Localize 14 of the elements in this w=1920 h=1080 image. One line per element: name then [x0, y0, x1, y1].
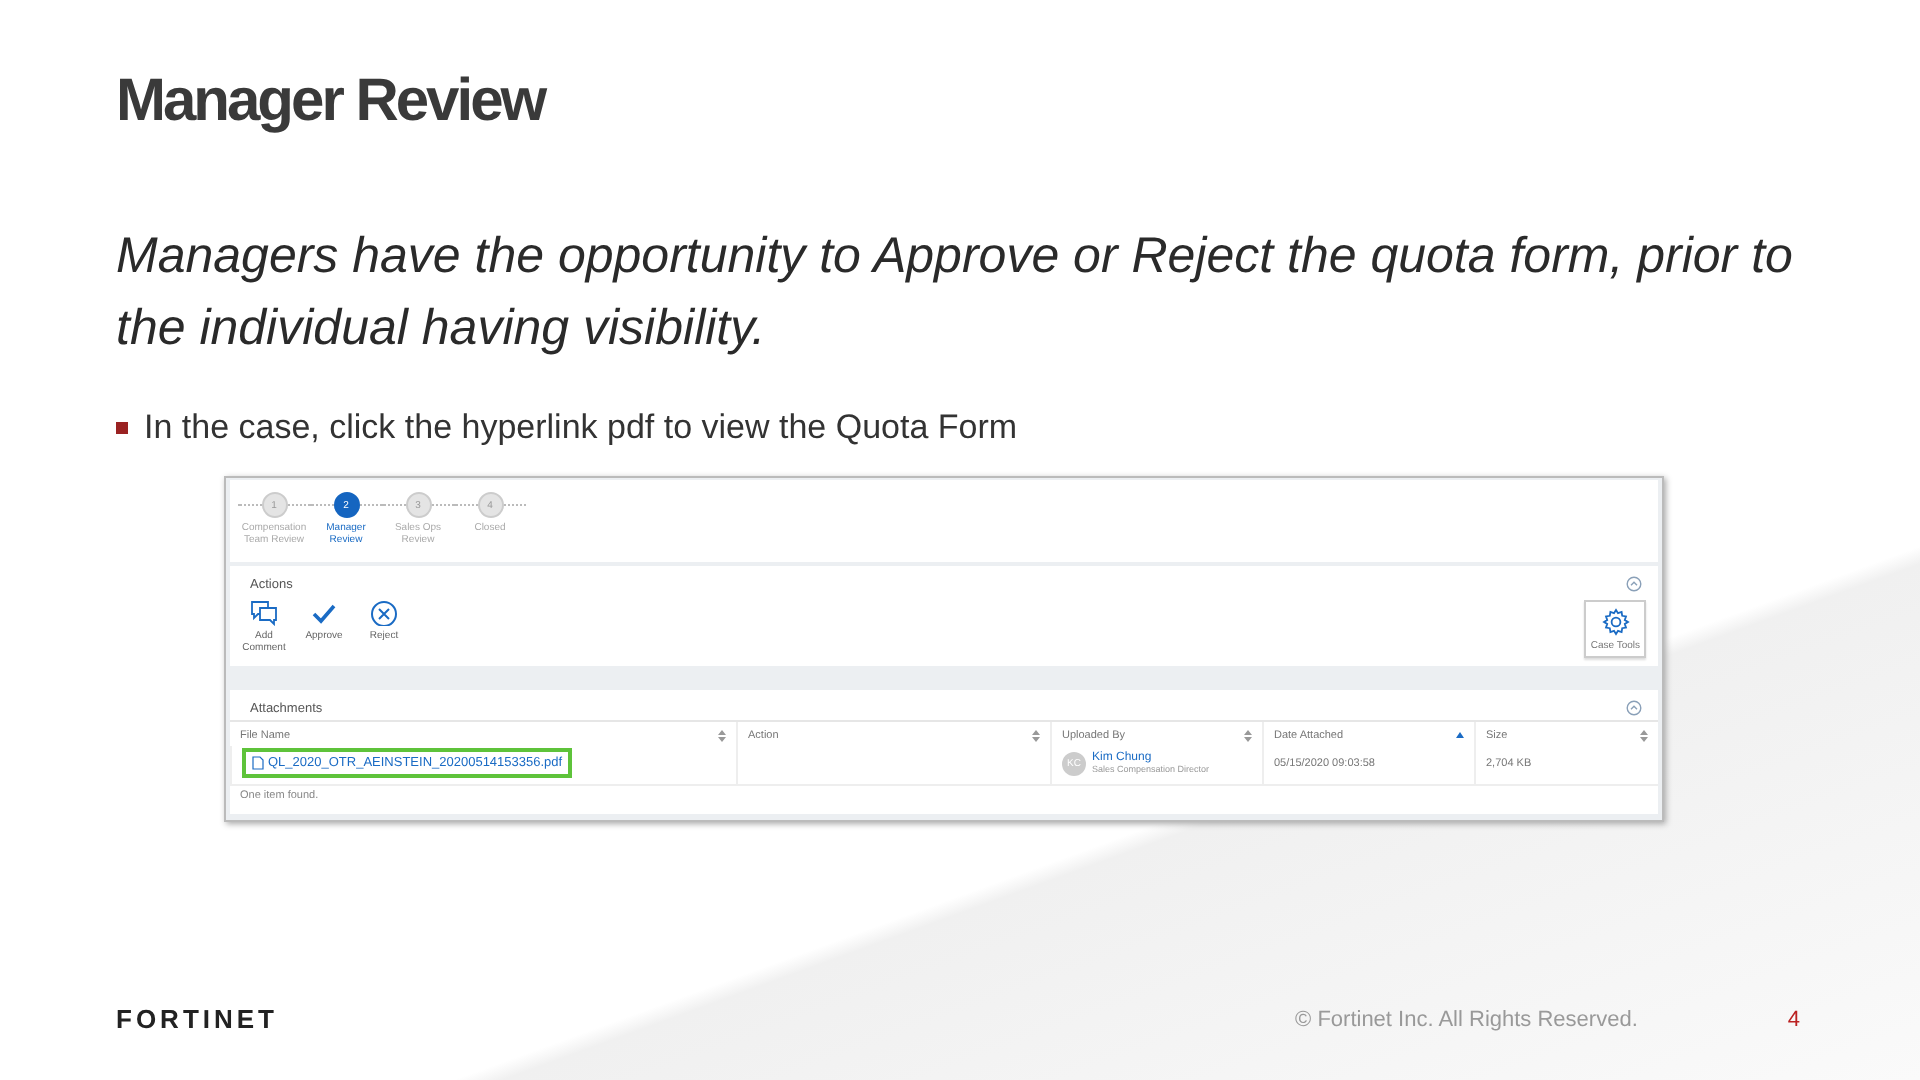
slide-subtitle: Managers have the opportunity to Approve or Reject the quota form, prior to the individual having visibility.	[116, 226, 1795, 360]
slide-title: Manager Review	[116, 68, 545, 136]
document-icon	[252, 756, 264, 770]
page-number: 4	[1787, 1007, 1800, 1031]
fortinet-logo: FORTINET	[116, 1004, 278, 1034]
check-icon	[310, 600, 338, 626]
comment-icon	[250, 600, 278, 626]
bullet-text: In the case, click the hyperlink pdf to view the Quota Form	[144, 408, 1018, 448]
settings-icon	[1601, 608, 1630, 636]
close-icon	[370, 600, 398, 626]
collapse-icon[interactable]	[1626, 700, 1642, 716]
collapse-icon[interactable]	[1626, 576, 1642, 592]
bullet-icon	[116, 422, 128, 434]
copyright-text: © Fortinet Inc. All Rights Reserved.	[1295, 1007, 1638, 1031]
